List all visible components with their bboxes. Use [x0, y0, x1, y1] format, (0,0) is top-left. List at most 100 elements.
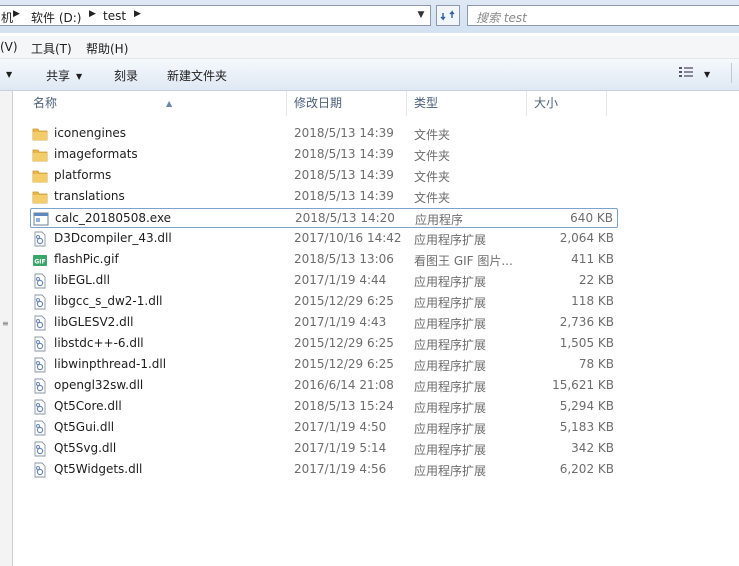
menu-help[interactable]: 帮助(H) [86, 40, 128, 57]
file-row[interactable]: libEGL.dll 2017/1/19 4:44 应用程序扩展 22 KB [30, 271, 618, 291]
file-row[interactable]: Qt5Gui.dll 2017/1/19 4:50 应用程序扩展 5,183 KB [30, 418, 618, 438]
breadcrumb-folder[interactable]: test [103, 9, 126, 23]
file-type: 应用程序扩展 [414, 233, 487, 247]
menu-view[interactable]: (V) [0, 40, 18, 54]
file-type: 应用程序扩展 [414, 464, 487, 478]
file-row[interactable]: GIF flashPic.gif 2018/5/13 13:06 看图王 GIF 图片… [30, 250, 618, 270]
file-size: 640 KB [570, 211, 613, 225]
file-size: 22 KB [578, 273, 614, 287]
file-type: 应用程序扩展 [414, 380, 487, 394]
details-view-icon [679, 67, 693, 77]
file-size: 2,736 KB [559, 315, 614, 329]
file-row[interactable]: calc_20180508.exe 2018/5/13 14:20 应用程序 640 … [30, 208, 618, 228]
dll-icon [32, 420, 48, 436]
file-row[interactable]: libstdc++-6.dll 2015/12/29 6:25 应用程序扩展 1,50… [30, 334, 618, 354]
column-size[interactable]: 大小 [527, 91, 607, 116]
file-date: 2017/1/19 4:56 [294, 462, 387, 476]
file-row[interactable]: Qt5Widgets.dll 2017/1/19 4:56 应用程序扩展 6,202 … [30, 460, 618, 480]
file-row[interactable]: libgcc_s_dw2-1.dll 2015/12/29 6:25 应用程序扩展 1… [30, 292, 618, 312]
file-size: 78 KB [578, 357, 614, 371]
file-row[interactable]: iconengines 2018/5/13 14:39 文件夹 [30, 124, 618, 144]
file-type: 应用程序扩展 [414, 317, 487, 331]
dll-icon [32, 462, 48, 478]
breadcrumb-separator-icon[interactable]: ▶ [134, 9, 141, 19]
file-type: 应用程序扩展 [414, 422, 487, 436]
file-row[interactable]: translations 2018/5/13 14:39 文件夹 [30, 187, 618, 207]
refresh-icon [440, 10, 455, 21]
pane-divider [731, 63, 739, 83]
file-size: 118 KB [571, 294, 614, 308]
search-placeholder: 搜索 test [476, 11, 527, 25]
file-size: 1,505 KB [559, 336, 614, 350]
share-label: 共享 [46, 69, 71, 83]
dll-icon [32, 441, 48, 457]
folder-icon [32, 147, 48, 163]
file-date: 2018/5/13 13:06 [294, 252, 394, 266]
file-row[interactable]: platforms 2018/5/13 14:39 文件夹 [30, 166, 618, 186]
file-row[interactable]: Qt5Svg.dll 2017/1/19 5:14 应用程序扩展 342 KB [30, 439, 618, 459]
file-date: 2018/5/13 14:39 [294, 168, 394, 182]
file-date: 2016/6/14 21:08 [294, 378, 394, 392]
search-input[interactable]: 搜索 test [467, 5, 739, 26]
file-row[interactable]: D3Dcompiler_43.dll 2017/10/16 14:42 应用程序扩展… [30, 229, 618, 249]
menu-tools[interactable]: 工具(T) [31, 40, 72, 57]
file-size: 411 KB [571, 252, 614, 266]
address-bar: 机 ▶ 软件 (D:) ▶ test ▶ ▼ 搜索 test [0, 0, 739, 33]
file-size: 6,202 KB [559, 462, 614, 476]
file-date: 2017/10/16 14:42 [294, 231, 402, 245]
navigation-pane[interactable]: ≡ [0, 91, 13, 566]
file-name: Qt5Svg.dll [54, 441, 117, 455]
file-type: 文件夹 [414, 191, 451, 205]
file-type: 应用程序扩展 [414, 296, 487, 310]
address-dropdown-icon[interactable]: ▼ [413, 7, 429, 24]
file-row[interactable]: libGLESV2.dll 2017/1/19 4:43 应用程序扩展 2,736 K… [30, 313, 618, 333]
column-date[interactable]: 修改日期 [287, 91, 407, 116]
column-name[interactable]: 名称 ▲ [26, 91, 287, 116]
column-header: 名称 ▲ 修改日期 类型 大小 [13, 91, 739, 116]
breadcrumb-drive[interactable]: 软件 (D:) [31, 9, 81, 26]
file-type: 应用程序扩展 [414, 275, 487, 289]
splitter-grip-icon[interactable]: ≡ [2, 319, 9, 328]
menu-bar: (V) 工具(T) 帮助(H) [0, 36, 739, 59]
burn-button[interactable]: 刻录 [114, 67, 138, 84]
file-size: 342 KB [571, 441, 614, 455]
file-name: opengl32sw.dll [54, 378, 144, 392]
file-type: 应用程序 [415, 213, 464, 227]
svg-text:GIF: GIF [34, 259, 45, 266]
breadcrumb[interactable]: 机 ▶ 软件 (D:) ▶ test ▶ ▼ [0, 5, 431, 26]
exe-icon [33, 211, 49, 227]
dll-icon [32, 336, 48, 352]
view-dropdown-icon[interactable]: ▼ [698, 67, 710, 81]
folder-icon [32, 189, 48, 205]
dll-icon [32, 231, 48, 247]
new-folder-button[interactable]: 新建文件夹 [167, 67, 227, 84]
sort-ascending-icon: ▲ [166, 99, 173, 108]
file-type: 文件夹 [414, 149, 451, 163]
file-name: Qt5Core.dll [54, 399, 122, 413]
breadcrumb-separator-icon[interactable]: ▶ [13, 9, 20, 19]
dll-icon [32, 399, 48, 415]
view-options-button[interactable] [678, 65, 694, 82]
file-type: 应用程序扩展 [414, 359, 487, 373]
file-name: libgcc_s_dw2-1.dll [54, 294, 163, 308]
file-date: 2018/5/13 14:39 [294, 147, 394, 161]
file-name: imageformats [54, 147, 138, 161]
file-row[interactable]: opengl32sw.dll 2016/6/14 21:08 应用程序扩展 15,62… [30, 376, 618, 396]
file-date: 2018/5/13 14:39 [294, 189, 394, 203]
refresh-button[interactable] [436, 5, 460, 26]
file-row[interactable]: imageformats 2018/5/13 14:39 文件夹 [30, 145, 618, 165]
file-row[interactable]: libwinpthread-1.dll 2015/12/29 6:25 应用程序扩展… [30, 355, 618, 375]
file-size: 5,294 KB [559, 399, 614, 413]
file-date: 2015/12/29 6:25 [294, 357, 394, 371]
dll-icon [32, 378, 48, 394]
toolbar-dropdown-icon[interactable]: ▼ [0, 67, 12, 81]
chevron-down-icon: ▼ [76, 72, 83, 81]
breadcrumb-separator-icon[interactable]: ▶ [89, 9, 96, 19]
file-date: 2017/1/19 5:14 [294, 441, 387, 455]
file-size: 15,621 KB [552, 378, 614, 392]
file-type: 应用程序扩展 [414, 401, 487, 415]
share-button[interactable]: 共享 ▼ [46, 67, 82, 84]
column-type[interactable]: 类型 [407, 91, 527, 116]
breadcrumb-computer[interactable]: 机 [1, 9, 13, 26]
file-row[interactable]: Qt5Core.dll 2018/5/13 15:24 应用程序扩展 5,294 KB [30, 397, 618, 417]
